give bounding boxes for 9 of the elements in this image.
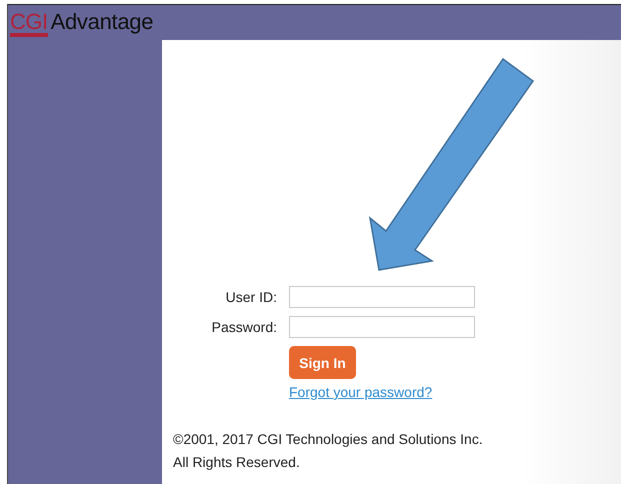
user-id-field[interactable] xyxy=(289,286,475,308)
product-name: Advantage xyxy=(50,10,154,32)
sign-in-button[interactable]: Sign In xyxy=(289,346,356,379)
copyright-text: All Rights Reserved. xyxy=(173,453,301,472)
field-label: Password: xyxy=(210,319,278,335)
forgot-password-link[interactable]: Forgot your password? xyxy=(289,384,432,400)
field-label: User ID: xyxy=(224,289,278,305)
password-field[interactable] xyxy=(289,316,475,338)
copyright-text: ©2001, 2017 CGI Technologies and Solutions Inc. xyxy=(173,430,484,449)
